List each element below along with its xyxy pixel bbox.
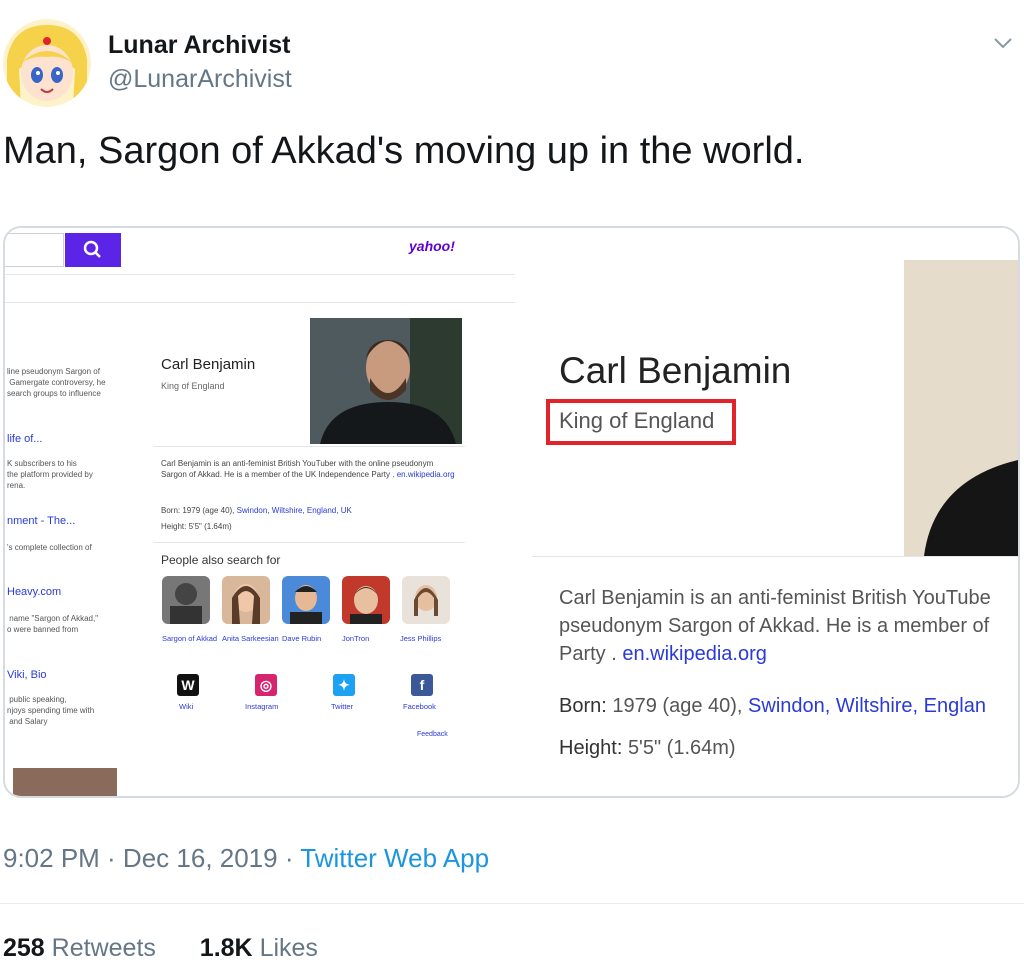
- divider: [5, 274, 515, 275]
- snippet-text: public speaking, njoys spending time wit…: [7, 695, 95, 726]
- kp-born-value: 1979 (age 40),: [182, 506, 235, 515]
- likes-stat[interactable]: 1.8K Likes: [200, 934, 318, 962]
- retweets-stat[interactable]: 258 Retweets: [3, 934, 156, 962]
- result-link: Viki, Bio: [7, 669, 47, 681]
- kp-description: Carl Benjamin is an anti-feminist Britis…: [161, 458, 461, 480]
- tweet-source-link[interactable]: Twitter Web App: [300, 843, 489, 873]
- kp-born-place: Swindon, Wiltshire, England, UK: [236, 506, 352, 515]
- likes-count: 1.8K: [199, 934, 253, 962]
- zoomed-born-label: Born:: [559, 695, 607, 717]
- divider: [153, 542, 465, 543]
- kp-height-label: Height:: [161, 522, 187, 531]
- tweet-image[interactable]: yahoo! line pseudonym Sargon of Gamergat…: [3, 226, 1020, 798]
- tweet-timestamp: 9:02 PM · Dec 16, 2019 · Twitter Web App: [3, 843, 489, 874]
- result-thumbnail: [13, 768, 117, 796]
- person-thumbnail: [402, 576, 450, 624]
- zoomed-name: Carl Benjamin: [559, 350, 792, 391]
- zoomed-panel: Carl Benjamin King of England Carl Benja…: [520, 228, 1018, 796]
- result-link: nment - The...: [7, 515, 76, 527]
- zoomed-description: Carl Benjamin is an anti-feminist Britis…: [559, 584, 991, 668]
- search-button: [65, 233, 121, 267]
- snippet-text: name "Sargon of Akkad," o were banned fr…: [7, 614, 99, 634]
- likes-label: Likes: [259, 934, 318, 962]
- social-label: Wiki: [179, 702, 194, 711]
- zoomed-wiki-link: en.wikipedia.org: [622, 643, 767, 665]
- facebook-icon: f: [411, 674, 433, 696]
- retweets-count: 258: [3, 934, 45, 962]
- person-thumbnail: [282, 576, 330, 624]
- person-thumbnail: [222, 576, 270, 624]
- tweet-text: Man, Sargon of Akkad's moving up in the …: [3, 130, 805, 172]
- zoomed-height-value: 5'5" (1.64m): [627, 737, 736, 759]
- person-name: Anita Sarkeesian: [222, 634, 279, 643]
- kp-photo: [310, 318, 462, 444]
- person-name: JonTron: [342, 634, 370, 643]
- avatar[interactable]: [3, 19, 91, 107]
- social-label: Twitter: [331, 702, 354, 711]
- kp-subtitle: King of England: [161, 381, 225, 391]
- author-display-name[interactable]: Lunar Archivist: [108, 31, 290, 60]
- zoomed-desc-line: Party .: [559, 643, 617, 665]
- chevron-down-icon[interactable]: [990, 30, 1016, 56]
- social-label: Instagram: [245, 702, 279, 711]
- divider: [5, 302, 515, 303]
- snippet-text: 's complete collection of: [7, 543, 92, 552]
- snippet-text: line pseudonym Sargon of Gamergate contr…: [7, 367, 106, 398]
- retweets-label: Retweets: [51, 934, 156, 962]
- yahoo-result-page: yahoo! line pseudonym Sargon of Gamergat…: [5, 228, 520, 796]
- person-name: Dave Rubin: [282, 634, 322, 643]
- social-label: Facebook: [403, 702, 436, 711]
- person-thumbnail: [342, 576, 390, 624]
- people-also-search-title: People also search for: [161, 553, 281, 567]
- zoomed-photo: [904, 260, 1018, 556]
- divider: [0, 903, 1024, 904]
- person-name: Sargon of Akkad: [162, 634, 218, 643]
- tweet-time[interactable]: 9:02 PM · Dec 16, 2019 ·: [3, 843, 293, 873]
- divider: [153, 446, 465, 447]
- author-handle[interactable]: @LunarArchivist: [108, 65, 292, 94]
- yahoo-logo: yahoo!: [409, 238, 455, 254]
- zoomed-born-place: Swindon, Wiltshire, Englan: [748, 695, 986, 717]
- search-input: [5, 233, 64, 267]
- zoomed-desc-line: Carl Benjamin is an anti-feminist Britis…: [559, 587, 991, 609]
- result-link: life of...: [7, 433, 43, 445]
- kp-height: Height: 5'5" (1.64m): [161, 522, 232, 531]
- zoomed-born-value: 1979 (age 40),: [612, 695, 743, 717]
- kp-name: Carl Benjamin: [161, 356, 256, 373]
- snippet-text: K subscribers to his the platform provid…: [7, 459, 93, 490]
- kp-height-value: 5'5" (1.64m): [188, 522, 232, 531]
- zoomed-desc-line: pseudonym Sargon of Akkad. He is a membe…: [559, 615, 990, 637]
- zoomed-born: Born: 1979 (age 40), Swindon, Wiltshire,…: [559, 695, 986, 718]
- zoomed-subtitle: King of England: [559, 408, 715, 433]
- kp-born-label: Born:: [161, 506, 181, 515]
- kp-wiki-link: en.wikipedia.org: [396, 470, 455, 479]
- twitter-icon: ✦: [333, 674, 355, 696]
- person-name: Jess Phillips: [400, 634, 442, 643]
- zoomed-height-label: Height:: [559, 737, 623, 759]
- kp-description-text: Carl Benjamin is an anti-feminist Britis…: [161, 459, 434, 479]
- person-thumbnail: [162, 576, 210, 624]
- feedback-link: Feedback: [417, 731, 448, 738]
- search-icon: [83, 240, 101, 258]
- instagram-icon: ◎: [255, 674, 277, 696]
- zoomed-height: Height: 5'5" (1.64m): [559, 737, 736, 760]
- wiki-icon: W: [177, 674, 199, 696]
- tweet-stats: 258 Retweets 1.8K Likes: [3, 934, 318, 963]
- kp-born: Born: 1979 (age 40), Swindon, Wiltshire,…: [161, 506, 352, 515]
- divider: [532, 556, 1018, 557]
- result-link: Heavy.com: [7, 586, 62, 598]
